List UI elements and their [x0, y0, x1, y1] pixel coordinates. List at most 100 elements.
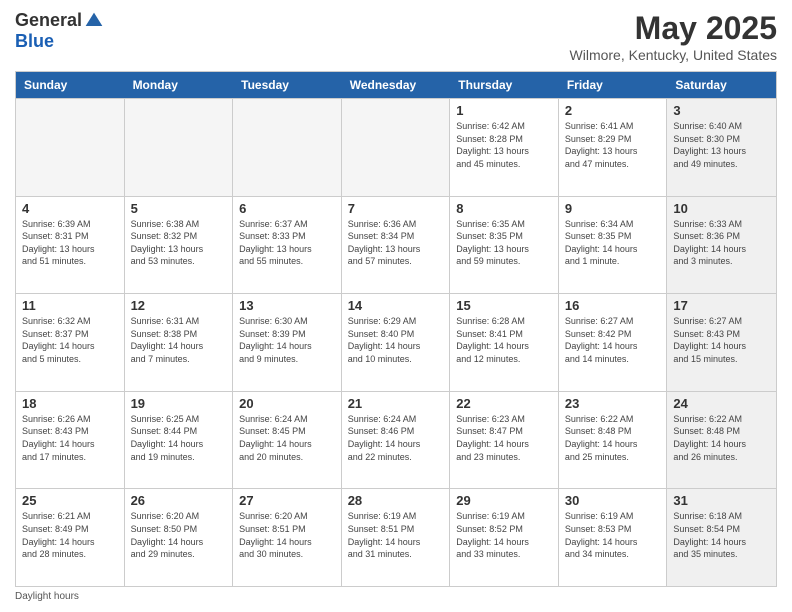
day-info: Sunrise: 6:42 AM Sunset: 8:28 PM Dayligh… — [456, 120, 552, 170]
day-info: Sunrise: 6:34 AM Sunset: 8:35 PM Dayligh… — [565, 218, 661, 268]
day-number: 2 — [565, 103, 661, 118]
day-info: Sunrise: 6:18 AM Sunset: 8:54 PM Dayligh… — [673, 510, 770, 560]
cal-cell-18: 18Sunrise: 6:26 AM Sunset: 8:43 PM Dayli… — [16, 392, 125, 489]
day-number: 1 — [456, 103, 552, 118]
day-number: 6 — [239, 201, 335, 216]
day-number: 23 — [565, 396, 661, 411]
day-info: Sunrise: 6:40 AM Sunset: 8:30 PM Dayligh… — [673, 120, 770, 170]
day-number: 28 — [348, 493, 444, 508]
day-info: Sunrise: 6:36 AM Sunset: 8:34 PM Dayligh… — [348, 218, 444, 268]
cal-cell-9: 9Sunrise: 6:34 AM Sunset: 8:35 PM Daylig… — [559, 197, 668, 294]
cal-cell-10: 10Sunrise: 6:33 AM Sunset: 8:36 PM Dayli… — [667, 197, 776, 294]
cal-cell-14: 14Sunrise: 6:29 AM Sunset: 8:40 PM Dayli… — [342, 294, 451, 391]
logo-general: General — [15, 10, 82, 31]
day-info: Sunrise: 6:26 AM Sunset: 8:43 PM Dayligh… — [22, 413, 118, 463]
cal-cell-3: 3 Sunrise: 6:40 AM Sunset: 8:30 PM Daylig… — [667, 99, 776, 196]
cal-cell-31: 31 Sunrise: 6:18 AM Sunset: 8:54 PM Dayli… — [667, 489, 776, 586]
main-title: May 2025 — [570, 10, 777, 47]
calendar-body: 1 Sunrise: 6:42 AM Sunset: 8:28 PM Daylig… — [16, 98, 776, 586]
day-number: 5 — [131, 201, 227, 216]
day-number: 16 — [565, 298, 661, 313]
day-info: Sunrise: 6:19 AM Sunset: 8:52 PM Dayligh… — [456, 510, 552, 560]
day-number: 13 — [239, 298, 335, 313]
cal-cell-20: 20 Sunrise: 6:24 AM Sunset: 8:45 PM Dayli… — [233, 392, 342, 489]
day-info: Sunrise: 6:21 AM Sunset: 8:49 PM Dayligh… — [22, 510, 118, 560]
day-info: Sunrise: 6:39 AM Sunset: 8:31 PM Dayligh… — [22, 218, 118, 268]
day-info: Sunrise: 6:29 AM Sunset: 8:40 PM Dayligh… — [348, 315, 444, 365]
cal-cell-26: 26 Sunrise: 6:20 AM Sunset: 8:50 PM Dayli… — [125, 489, 234, 586]
day-number: 17 — [673, 298, 770, 313]
day-number: 22 — [456, 396, 552, 411]
day-number: 7 — [348, 201, 444, 216]
cal-row-3: 11 Sunrise: 6:32 AM Sunset: 8:37 PM Dayli… — [16, 293, 776, 391]
day-info: Sunrise: 6:22 AM Sunset: 8:48 PM Dayligh… — [673, 413, 770, 463]
header-cell-wednesday: Wednesday — [342, 72, 451, 98]
logo: General Blue — [15, 10, 104, 52]
cal-row-4: 18Sunrise: 6:26 AM Sunset: 8:43 PM Dayli… — [16, 391, 776, 489]
day-number: 19 — [131, 396, 227, 411]
cal-cell-1: 1 Sunrise: 6:42 AM Sunset: 8:28 PM Daylig… — [450, 99, 559, 196]
cal-cell-30: 30Sunrise: 6:19 AM Sunset: 8:53 PM Dayli… — [559, 489, 668, 586]
cal-cell-12: 12Sunrise: 6:31 AM Sunset: 8:38 PM Dayli… — [125, 294, 234, 391]
day-info: Sunrise: 6:30 AM Sunset: 8:39 PM Dayligh… — [239, 315, 335, 365]
header-cell-friday: Friday — [559, 72, 668, 98]
day-info: Sunrise: 6:20 AM Sunset: 8:51 PM Dayligh… — [239, 510, 335, 560]
calendar-header: SundayMondayTuesdayWednesdayThursdayFrid… — [16, 72, 776, 98]
cal-cell-16: 16 Sunrise: 6:27 AM Sunset: 8:42 PM Dayli… — [559, 294, 668, 391]
header: General Blue May 2025 Wilmore, Kentucky,… — [15, 10, 777, 63]
day-number: 24 — [673, 396, 770, 411]
day-info: Sunrise: 6:41 AM Sunset: 8:29 PM Dayligh… — [565, 120, 661, 170]
day-number: 10 — [673, 201, 770, 216]
cal-row-5: 25 Sunrise: 6:21 AM Sunset: 8:49 PM Dayli… — [16, 488, 776, 586]
day-info: Sunrise: 6:32 AM Sunset: 8:37 PM Dayligh… — [22, 315, 118, 365]
cal-row-1: 1 Sunrise: 6:42 AM Sunset: 8:28 PM Daylig… — [16, 98, 776, 196]
daylight-label: Daylight hours — [15, 591, 79, 602]
cal-cell-25: 25 Sunrise: 6:21 AM Sunset: 8:49 PM Dayli… — [16, 489, 125, 586]
day-number: 25 — [22, 493, 118, 508]
day-number: 31 — [673, 493, 770, 508]
day-number: 21 — [348, 396, 444, 411]
cal-cell-15: 15 Sunrise: 6:28 AM Sunset: 8:41 PM Dayli… — [450, 294, 559, 391]
header-cell-thursday: Thursday — [450, 72, 559, 98]
cal-cell-empty-3 — [342, 99, 451, 196]
cal-cell-6: 6Sunrise: 6:37 AM Sunset: 8:33 PM Daylig… — [233, 197, 342, 294]
cal-cell-28: 28Sunrise: 6:19 AM Sunset: 8:51 PM Dayli… — [342, 489, 451, 586]
footer-note: Daylight hours — [15, 591, 777, 602]
cal-cell-27: 27 Sunrise: 6:20 AM Sunset: 8:51 PM Dayli… — [233, 489, 342, 586]
day-info: Sunrise: 6:20 AM Sunset: 8:50 PM Dayligh… — [131, 510, 227, 560]
logo-icon — [84, 11, 104, 31]
cal-cell-5: 5 Sunrise: 6:38 AM Sunset: 8:32 PM Daylig… — [125, 197, 234, 294]
day-info: Sunrise: 6:22 AM Sunset: 8:48 PM Dayligh… — [565, 413, 661, 463]
day-number: 12 — [131, 298, 227, 313]
cal-cell-19: 19 Sunrise: 6:25 AM Sunset: 8:44 PM Dayli… — [125, 392, 234, 489]
header-cell-saturday: Saturday — [667, 72, 776, 98]
day-number: 20 — [239, 396, 335, 411]
day-info: Sunrise: 6:35 AM Sunset: 8:35 PM Dayligh… — [456, 218, 552, 268]
day-info: Sunrise: 6:27 AM Sunset: 8:43 PM Dayligh… — [673, 315, 770, 365]
logo-blue: Blue — [15, 31, 54, 52]
day-number: 26 — [131, 493, 227, 508]
cal-cell-23: 23 Sunrise: 6:22 AM Sunset: 8:48 PM Dayli… — [559, 392, 668, 489]
cal-cell-empty-2 — [233, 99, 342, 196]
day-number: 15 — [456, 298, 552, 313]
cal-cell-11: 11 Sunrise: 6:32 AM Sunset: 8:37 PM Dayli… — [16, 294, 125, 391]
day-number: 11 — [22, 298, 118, 313]
day-info: Sunrise: 6:19 AM Sunset: 8:53 PM Dayligh… — [565, 510, 661, 560]
day-info: Sunrise: 6:23 AM Sunset: 8:47 PM Dayligh… — [456, 413, 552, 463]
cal-cell-empty-0 — [16, 99, 125, 196]
cal-row-2: 4 Sunrise: 6:39 AM Sunset: 8:31 PM Daylig… — [16, 196, 776, 294]
header-cell-sunday: Sunday — [16, 72, 125, 98]
day-info: Sunrise: 6:24 AM Sunset: 8:45 PM Dayligh… — [239, 413, 335, 463]
cal-cell-22: 22 Sunrise: 6:23 AM Sunset: 8:47 PM Dayli… — [450, 392, 559, 489]
cal-cell-2: 2 Sunrise: 6:41 AM Sunset: 8:29 PM Daylig… — [559, 99, 668, 196]
day-number: 29 — [456, 493, 552, 508]
cal-cell-29: 29 Sunrise: 6:19 AM Sunset: 8:52 PM Dayli… — [450, 489, 559, 586]
day-number: 27 — [239, 493, 335, 508]
day-number: 4 — [22, 201, 118, 216]
day-info: Sunrise: 6:25 AM Sunset: 8:44 PM Dayligh… — [131, 413, 227, 463]
day-info: Sunrise: 6:27 AM Sunset: 8:42 PM Dayligh… — [565, 315, 661, 365]
title-area: May 2025 Wilmore, Kentucky, United State… — [570, 10, 777, 63]
day-info: Sunrise: 6:38 AM Sunset: 8:32 PM Dayligh… — [131, 218, 227, 268]
day-info: Sunrise: 6:28 AM Sunset: 8:41 PM Dayligh… — [456, 315, 552, 365]
day-number: 3 — [673, 103, 770, 118]
